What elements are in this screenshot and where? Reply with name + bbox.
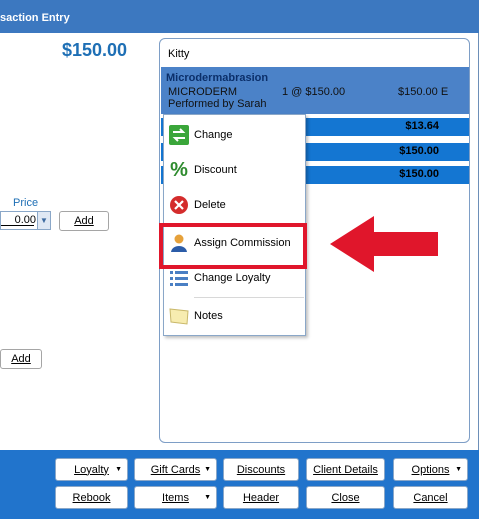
list-icon <box>168 267 190 289</box>
price-select[interactable]: 0.00 ▼ <box>0 211 51 230</box>
header-button-label: Header <box>242 491 280 504</box>
bottom-toolbar: Loyalty ▼ Gift Cards ▼ Discounts Client De… <box>0 450 479 519</box>
price-value: 0.00 <box>14 214 36 226</box>
menu-item-label: Discount <box>194 164 237 176</box>
line-item-total: $150.00 E <box>398 86 449 98</box>
close-button[interactable]: Close <box>306 486 385 509</box>
options-button-label: Options <box>411 463 450 476</box>
annotation-arrow-icon <box>330 216 438 272</box>
menu-item-label: Delete <box>194 199 226 211</box>
summary-row-value: $13.64 <box>405 120 439 132</box>
gift-cards-button[interactable]: Gift Cards ▼ <box>134 458 217 481</box>
header-button[interactable]: Header <box>223 486 299 509</box>
menu-separator <box>194 297 304 298</box>
total-amount: $150.00 <box>62 40 128 60</box>
add-button-2-label: Add <box>11 353 31 365</box>
window-title: saction Entry <box>0 0 479 33</box>
line-item-performed-by: Performed by Sarah <box>168 98 267 110</box>
note-icon <box>168 305 190 327</box>
items-button-label: Items <box>162 491 189 504</box>
chevron-down-icon[interactable]: ▼ <box>37 212 50 229</box>
line-item-name: Microdermabrasion <box>166 72 269 84</box>
rebook-button[interactable]: Rebook <box>55 486 128 509</box>
summary-row-value: $150.00 <box>399 168 439 180</box>
client-details-button-label: Client Details <box>313 463 378 476</box>
close-button-label: Close <box>331 491 360 504</box>
rebook-button-label: Rebook <box>72 491 111 504</box>
menu-item-discount[interactable]: % Discount <box>164 155 305 185</box>
line-item-service: MICRODERM <box>168 86 238 98</box>
menu-item-label: Change Loyalty <box>194 272 271 284</box>
gift-cards-button-label: Gift Cards <box>150 463 201 476</box>
chevron-down-icon: ▼ <box>115 466 122 473</box>
cancel-button[interactable]: Cancel <box>393 486 468 509</box>
annotation-highlight-box <box>159 223 307 269</box>
add-button[interactable]: Add <box>59 211 109 231</box>
selected-line-item[interactable]: Microdermabrasion MICRODERM 1 @ $150.00 … <box>161 67 469 114</box>
menu-item-delete[interactable]: Delete <box>164 190 305 220</box>
client-name: Kitty <box>168 48 190 60</box>
menu-item-label: Notes <box>194 310 223 322</box>
options-button[interactable]: Options ▼ <box>393 458 468 481</box>
transaction-entry-window: saction Entry $150.00 Price 0.00 ▼ Add A… <box>0 0 479 519</box>
price-label: Price <box>13 197 39 209</box>
delete-icon <box>168 194 190 216</box>
change-icon <box>168 124 190 146</box>
discounts-button-label: Discounts <box>236 463 286 476</box>
items-button[interactable]: Items ▼ <box>134 486 217 509</box>
menu-item-label: Change <box>194 129 233 141</box>
menu-item-change[interactable]: Change <box>164 120 305 150</box>
menu-item-notes[interactable]: Notes <box>164 301 305 331</box>
percent-icon: % <box>170 158 188 181</box>
line-item-qty: 1 @ $150.00 <box>282 86 346 98</box>
add-button-label: Add <box>74 215 94 227</box>
loyalty-button[interactable]: Loyalty ▼ <box>55 458 128 481</box>
chevron-down-icon: ▼ <box>455 466 462 473</box>
summary-row-value: $150.00 <box>399 145 439 157</box>
discounts-button[interactable]: Discounts <box>223 458 299 481</box>
client-details-button[interactable]: Client Details <box>306 458 385 481</box>
cancel-button-label: Cancel <box>413 491 448 504</box>
chevron-down-icon: ▼ <box>204 466 211 473</box>
loyalty-button-label: Loyalty <box>74 463 109 476</box>
add-button-2[interactable]: Add <box>0 349 42 369</box>
chevron-down-icon: ▼ <box>204 494 211 501</box>
